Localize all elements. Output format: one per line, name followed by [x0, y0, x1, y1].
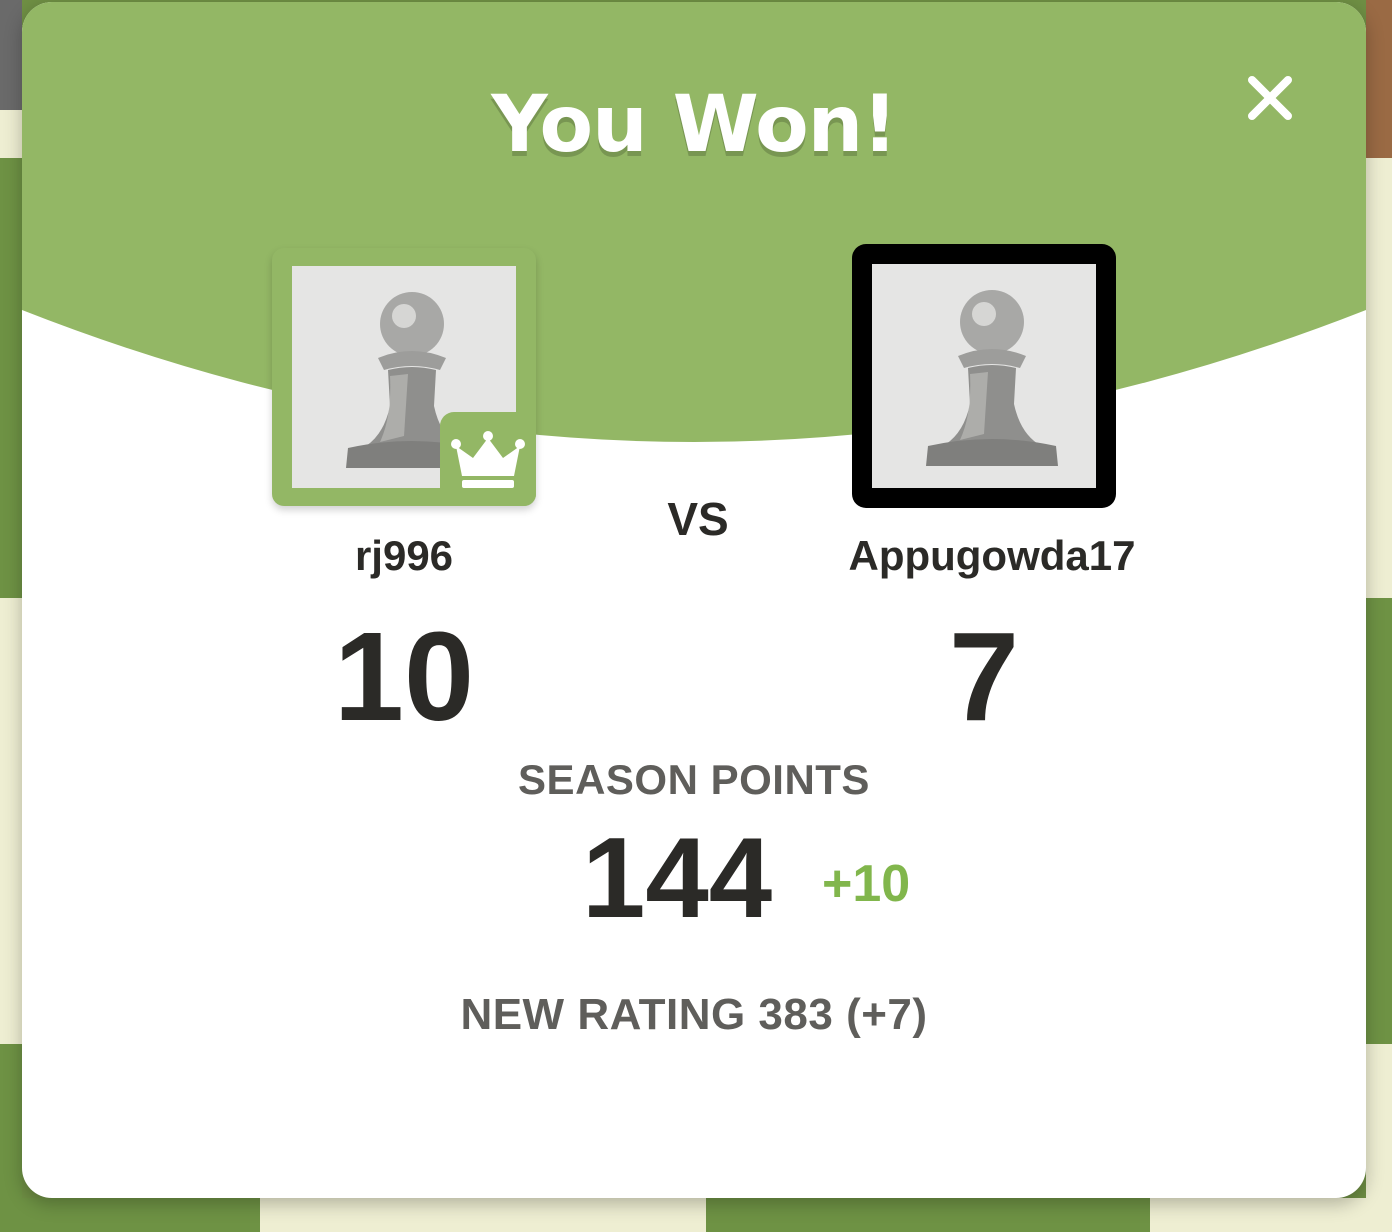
- season-points-delta: +10: [822, 855, 911, 913]
- close-button[interactable]: [1240, 68, 1300, 128]
- new-rating-text: NEW RATING 383 (+7): [460, 990, 928, 1039]
- board-square: [0, 158, 22, 598]
- board-square: [1366, 0, 1392, 158]
- board-square: [0, 598, 22, 1044]
- crown-badge: [440, 412, 536, 506]
- crown-icon: [451, 431, 525, 488]
- vs-label: VS: [667, 493, 729, 545]
- board-square: [260, 1198, 706, 1232]
- game-over-modal: You Won! VS rj996 Appugowda17 10 7 SEASO…: [22, 2, 1366, 1198]
- board-square: [1366, 158, 1392, 598]
- close-icon: [1248, 76, 1292, 120]
- board-square: [22, 1198, 260, 1232]
- board-square: [1366, 598, 1392, 1044]
- modal-title: You Won!: [491, 80, 898, 170]
- board-square: [706, 1198, 1150, 1232]
- pawn-icon: [926, 290, 1058, 466]
- season-points-label: SEASON POINTS: [518, 756, 870, 803]
- opponent-username[interactable]: Appugowda17: [782, 532, 1202, 580]
- player-avatar-winner[interactable]: [272, 248, 536, 506]
- player-avatar-opponent[interactable]: [852, 244, 1116, 508]
- board-square: [0, 110, 22, 158]
- board-square: [0, 1044, 22, 1232]
- header-background: [22, 2, 1366, 442]
- season-points-value: 144: [582, 815, 773, 942]
- winner-username[interactable]: rj996: [254, 532, 554, 580]
- board-square: [0, 0, 22, 110]
- avatar-frame: [872, 264, 1096, 488]
- board-square: [1366, 1044, 1392, 1232]
- board-square: [1150, 1198, 1366, 1232]
- opponent-score: 7: [948, 606, 1020, 747]
- winner-score: 10: [333, 606, 475, 747]
